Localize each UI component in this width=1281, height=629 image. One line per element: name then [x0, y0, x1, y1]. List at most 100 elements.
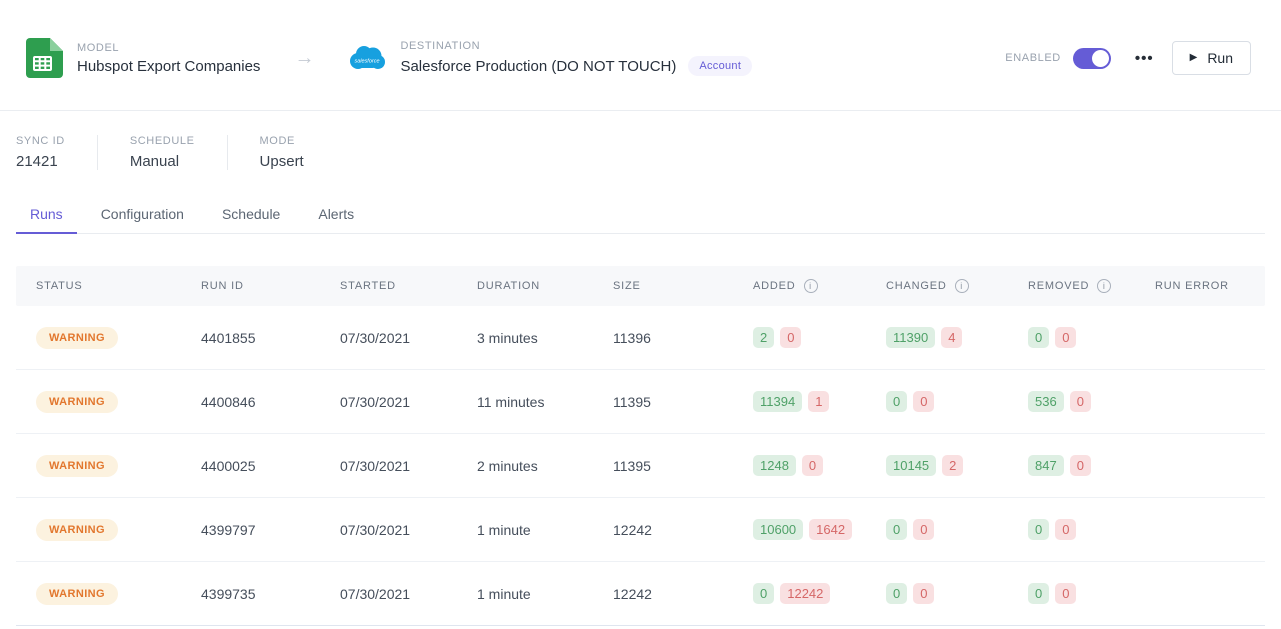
column-label: DURATION [477, 280, 540, 292]
column-header-run-id: RUN ID [181, 280, 320, 292]
failed-count-pill: 0 [913, 519, 934, 540]
status-cell: WARNING [16, 519, 181, 541]
run-id-cell: 4401855 [181, 330, 320, 346]
runs-table-header: STATUSRUN IDSTARTEDDURATIONSIZEADDEDiCHA… [16, 266, 1265, 306]
failed-count-pill: 2 [942, 455, 963, 476]
started-cell: 07/30/2021 [320, 394, 457, 410]
run-button-label: Run [1207, 50, 1233, 66]
meta-value: 21421 [16, 153, 65, 170]
tab-alerts[interactable]: Alerts [304, 200, 368, 233]
success-count-pill: 0 [1028, 583, 1049, 604]
column-label: STATUS [36, 280, 83, 292]
success-count-pill: 0 [1028, 327, 1049, 348]
success-count-pill: 847 [1028, 455, 1064, 476]
svg-text:salesforce: salesforce [355, 59, 380, 65]
size-cell: 11395 [593, 458, 733, 474]
sync-detail-page: MODEL Hubspot Export Companies → salesfo… [0, 0, 1281, 629]
failed-count-pill: 0 [913, 391, 934, 412]
column-header-duration: DURATION [457, 280, 593, 292]
success-count-pill: 0 [886, 519, 907, 540]
failed-count-pill: 0 [1055, 519, 1076, 540]
meta-label: SCHEDULE [130, 135, 195, 147]
info-icon[interactable]: i [955, 279, 969, 293]
duration-cell: 1 minute [457, 522, 593, 538]
toggle-knob [1092, 50, 1109, 67]
tab-schedule[interactable]: Schedule [208, 200, 294, 233]
info-icon[interactable]: i [804, 279, 818, 293]
google-sheets-icon [26, 38, 63, 78]
destination-label: DESTINATION [400, 40, 752, 52]
removed-cell: 8470 [1008, 455, 1135, 476]
meta-value: Manual [130, 153, 195, 170]
run-row[interactable]: WARNING439973507/30/20211 minute12242012… [16, 562, 1265, 626]
run-id-cell: 4400025 [181, 458, 320, 474]
meta-value: Upsert [260, 153, 304, 170]
duration-cell: 2 minutes [457, 458, 593, 474]
run-row[interactable]: WARNING440185507/30/20213 minutes1139620… [16, 306, 1265, 370]
model-source[interactable]: MODEL Hubspot Export Companies [26, 38, 260, 78]
run-id-cell: 4400846 [181, 394, 320, 410]
failed-count-pill: 0 [1055, 583, 1076, 604]
failed-count-pill: 12242 [780, 583, 830, 604]
run-row[interactable]: WARNING440002507/30/20212 minutes1139512… [16, 434, 1265, 498]
success-count-pill: 10145 [886, 455, 936, 476]
size-cell: 12242 [593, 586, 733, 602]
account-badge: Account [688, 56, 752, 76]
removed-cell: 5360 [1008, 391, 1135, 412]
failed-count-pill: 0 [913, 583, 934, 604]
started-cell: 07/30/2021 [320, 522, 457, 538]
status-badge: WARNING [36, 327, 118, 349]
more-menu-button[interactable]: ••• [1129, 49, 1160, 68]
size-cell: 11396 [593, 330, 733, 346]
success-count-pill: 536 [1028, 391, 1064, 412]
run-id-cell: 4399797 [181, 522, 320, 538]
failed-count-pill: 0 [802, 455, 823, 476]
added-cell: 20 [733, 327, 866, 348]
column-label: RUN ERROR [1155, 280, 1229, 292]
play-icon: ▶ [1190, 53, 1198, 63]
column-header-started: STARTED [320, 280, 457, 292]
arrow-right-icon: → [294, 47, 314, 70]
column-header-added: ADDED i [733, 279, 866, 293]
duration-cell: 1 minute [457, 586, 593, 602]
status-badge: WARNING [36, 583, 118, 605]
status-cell: WARNING [16, 583, 181, 605]
meta-mode: MODEUpsert [227, 135, 336, 170]
removed-cell: 00 [1008, 519, 1135, 540]
meta-label: SYNC ID [16, 135, 65, 147]
salesforce-icon: salesforce [348, 44, 386, 72]
added-cell: 10600 1642 [733, 519, 866, 540]
status-cell: WARNING [16, 391, 181, 413]
column-header-changed: CHANGEDi [866, 279, 1008, 293]
runs-table-body: WARNING440185507/30/20213 minutes1139620… [16, 306, 1265, 626]
enabled-toggle[interactable] [1073, 48, 1111, 69]
column-label: ADDED [753, 280, 796, 292]
run-button[interactable]: ▶ Run [1172, 41, 1251, 75]
tab-runs[interactable]: Runs [16, 200, 77, 234]
run-row[interactable]: WARNING439979707/30/20211 minute12242106… [16, 498, 1265, 562]
status-badge: WARNING [36, 455, 118, 477]
info-icon[interactable]: i [1097, 279, 1111, 293]
success-count-pill: 11390 [886, 327, 935, 348]
runs-table: STATUSRUN IDSTARTEDDURATIONSIZEADDEDiCHA… [16, 266, 1265, 626]
model-label: MODEL [77, 42, 260, 54]
destination-name: Salesforce Production (DO NOT TOUCH) [400, 58, 676, 75]
status-badge: WARNING [36, 519, 118, 541]
changed-cell: 113904 [866, 327, 1008, 348]
failed-count-pill: 0 [780, 327, 801, 348]
enabled-label: ENABLED [1005, 52, 1061, 64]
removed-cell: 00 [1008, 327, 1135, 348]
meta-schedule: SCHEDULE Manual [97, 135, 227, 170]
success-count-pill: 10600 [753, 519, 803, 540]
changed-cell: 00 [866, 583, 1008, 604]
destination[interactable]: salesforce DESTINATION Salesforce Produc… [348, 40, 752, 76]
added-cell: 012242 [733, 583, 866, 604]
tab-configuration[interactable]: Configuration [87, 200, 198, 233]
success-count-pill: 0 [1028, 519, 1049, 540]
failed-count-pill: 1642 [809, 519, 852, 540]
run-row[interactable]: WARNING440084607/30/202111 minutes113951… [16, 370, 1265, 434]
run-id-cell: 4399735 [181, 586, 320, 602]
column-label: RUN ID [201, 280, 244, 292]
success-count-pill: 0 [886, 391, 907, 412]
column-label: STARTED [340, 280, 396, 292]
